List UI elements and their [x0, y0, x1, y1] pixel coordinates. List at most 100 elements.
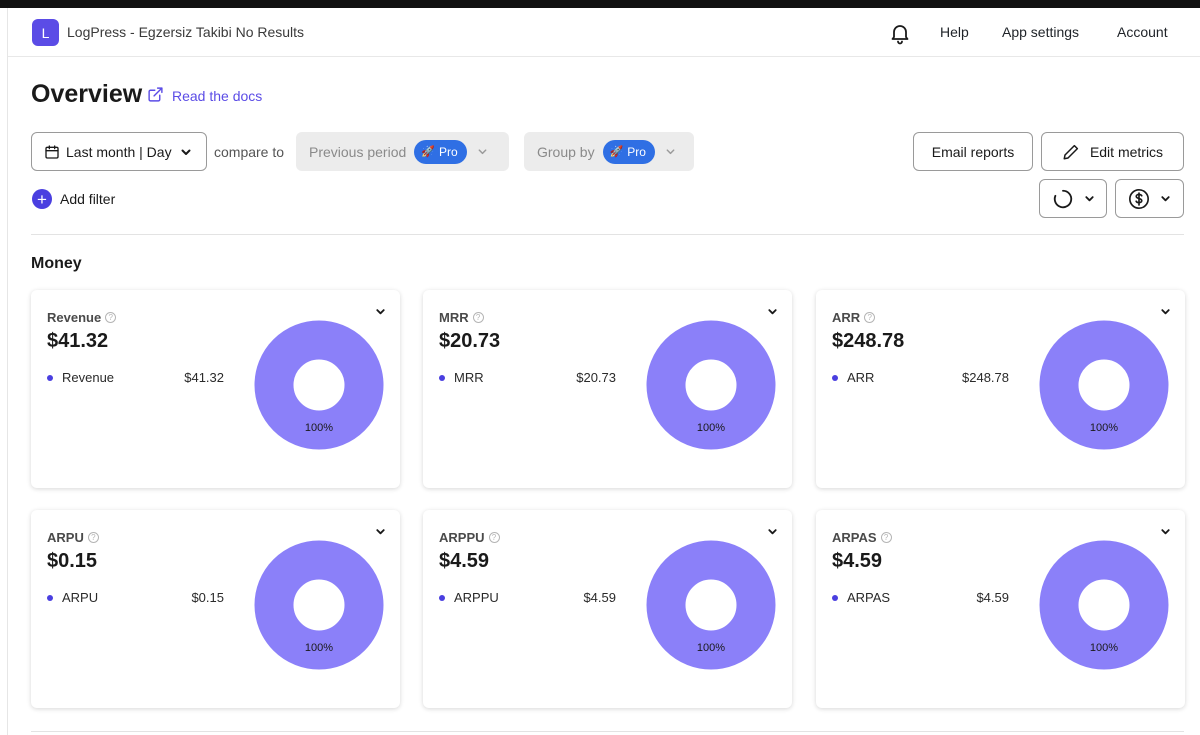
legend-dot	[47, 374, 53, 381]
metric-card: ARPAS? $4.59 ARPAS $4.59 100%	[816, 510, 1185, 708]
metric-value: $41.32	[47, 330, 109, 352]
chevron-down-icon[interactable]	[375, 526, 386, 537]
rocket-icon: 🚀	[421, 146, 435, 158]
metric-card-header: Revenue?	[47, 310, 117, 325]
metric-value: $20.73	[439, 330, 501, 352]
metric-value: $248.78	[832, 330, 905, 352]
refresh-icon	[1053, 189, 1072, 208]
legend-value: $248.78	[962, 370, 1009, 385]
help-icon[interactable]: ?	[105, 312, 117, 323]
left-border	[7, 8, 8, 735]
legend-value: $4.59	[976, 590, 1009, 605]
metric-label: ARPPU	[439, 530, 485, 545]
metric-label: ARPU	[47, 530, 84, 545]
legend-item: ARPPU	[439, 590, 499, 605]
donut-percent-label: 100%	[1089, 422, 1119, 434]
help-icon[interactable]: ?	[488, 532, 500, 543]
pro-badge-label: Pro	[438, 144, 458, 159]
email-reports-label: Email reports	[931, 143, 1015, 160]
metric-card-header: ARPAS?	[832, 530, 892, 545]
donut-slice	[1039, 320, 1169, 450]
chevron-down-icon	[1084, 196, 1094, 202]
add-filter-label: Add filter	[60, 191, 116, 207]
donut-percent-label: 100%	[696, 422, 726, 434]
donut-percent-label: 100%	[696, 642, 726, 654]
add-filter-button[interactable]: + Add filter	[32, 189, 115, 209]
refresh-dropdown[interactable]	[1039, 179, 1107, 218]
app-logo[interactable]: L	[32, 19, 59, 46]
currency-dropdown[interactable]	[1115, 179, 1184, 218]
group-by-label: Group by	[537, 143, 595, 160]
nav-help[interactable]: Help	[940, 24, 969, 40]
donut-slice	[254, 320, 384, 450]
metric-card: ARPU? $0.15 ARPU $0.15 100%	[31, 510, 400, 708]
legend-label: ARPPU	[454, 590, 499, 605]
nav-account[interactable]: Account	[1117, 24, 1168, 40]
metric-card: Revenue? $41.32 Revenue $41.32 100%	[31, 290, 400, 488]
chevron-down-icon[interactable]	[767, 526, 778, 537]
help-icon[interactable]: ?	[880, 532, 892, 543]
metric-card-header: ARPPU?	[439, 530, 500, 545]
edit-metrics-button[interactable]: Edit metrics	[1041, 132, 1184, 171]
pro-badge-label: Pro	[627, 144, 646, 159]
donut-slice	[646, 540, 776, 670]
legend-item: ARR	[832, 370, 874, 385]
section-divider	[31, 731, 1184, 732]
help-icon[interactable]: ?	[87, 532, 99, 543]
calendar-icon	[45, 144, 59, 159]
edit-metrics-label: Edit metrics	[1089, 143, 1164, 160]
donut-slice	[646, 320, 776, 450]
metric-card-header: ARR?	[832, 310, 876, 325]
legend-label: Revenue	[62, 370, 115, 385]
external-link-icon[interactable]	[147, 86, 164, 103]
notification-bell-icon[interactable]	[888, 21, 912, 45]
chevron-down-icon[interactable]	[375, 306, 386, 317]
app-title: LogPress - Egzersiz Takibi No Results	[67, 24, 305, 40]
section-title-money: Money	[31, 255, 82, 272]
chevron-down-icon[interactable]	[1160, 526, 1171, 537]
donut-percent-label: 100%	[1089, 642, 1119, 654]
legend-dot	[439, 374, 445, 381]
metric-card: ARPPU? $4.59 ARPPU $4.59 100%	[423, 510, 792, 708]
date-range-select[interactable]: Last month | Day	[31, 132, 207, 171]
metric-label: MRR	[439, 310, 469, 325]
chevron-down-icon	[666, 149, 675, 155]
chevron-down-icon[interactable]	[1160, 306, 1171, 317]
donut-slice	[1039, 540, 1169, 670]
chevron-down-icon[interactable]	[767, 306, 778, 317]
legend-value: $4.59	[583, 590, 616, 605]
metric-card-header: MRR?	[439, 310, 484, 325]
legend-label: ARPAS	[847, 590, 891, 605]
legend-item: Revenue	[47, 370, 114, 385]
donut-slice	[254, 540, 384, 670]
metric-card: ARR? $248.78 ARR $248.78 100%	[816, 290, 1185, 488]
nav-app-settings[interactable]: App settings	[1002, 24, 1079, 40]
date-range-label: Last month | Day	[66, 143, 172, 160]
legend-item: ARPU	[47, 590, 98, 605]
metric-label: Revenue	[47, 310, 102, 325]
previous-period-label: Previous period	[309, 143, 407, 160]
chevron-down-icon	[181, 149, 191, 155]
previous-period-select[interactable]: Previous period 🚀 Pro	[296, 132, 509, 171]
help-icon[interactable]: ?	[472, 312, 484, 323]
chevron-down-icon	[478, 149, 487, 155]
metric-label: ARPAS	[832, 530, 877, 545]
read-docs-link[interactable]: Read the docs	[172, 88, 262, 104]
help-icon[interactable]: ?	[864, 312, 876, 323]
legend-dot	[832, 594, 838, 601]
rocket-icon: 🚀	[609, 146, 624, 158]
pencil-icon	[1063, 144, 1079, 159]
legend-value: $41.32	[184, 370, 224, 385]
app-header: L LogPress - Egzersiz Takibi No Results …	[8, 8, 1200, 57]
group-by-select[interactable]: Group by 🚀 Pro	[524, 132, 694, 171]
chevron-down-icon	[1161, 196, 1170, 202]
metric-card: MRR? $20.73 MRR $20.73 100%	[423, 290, 792, 488]
legend-dot	[832, 374, 838, 381]
email-reports-button[interactable]: Email reports	[913, 132, 1033, 171]
pro-badge: 🚀 Pro	[602, 139, 655, 164]
compare-to-label: compare to	[214, 144, 285, 160]
section-divider	[31, 234, 1184, 235]
page-title: Overview	[31, 80, 143, 108]
legend-label: ARPU	[62, 590, 99, 605]
dollar-circle-icon	[1129, 188, 1149, 209]
